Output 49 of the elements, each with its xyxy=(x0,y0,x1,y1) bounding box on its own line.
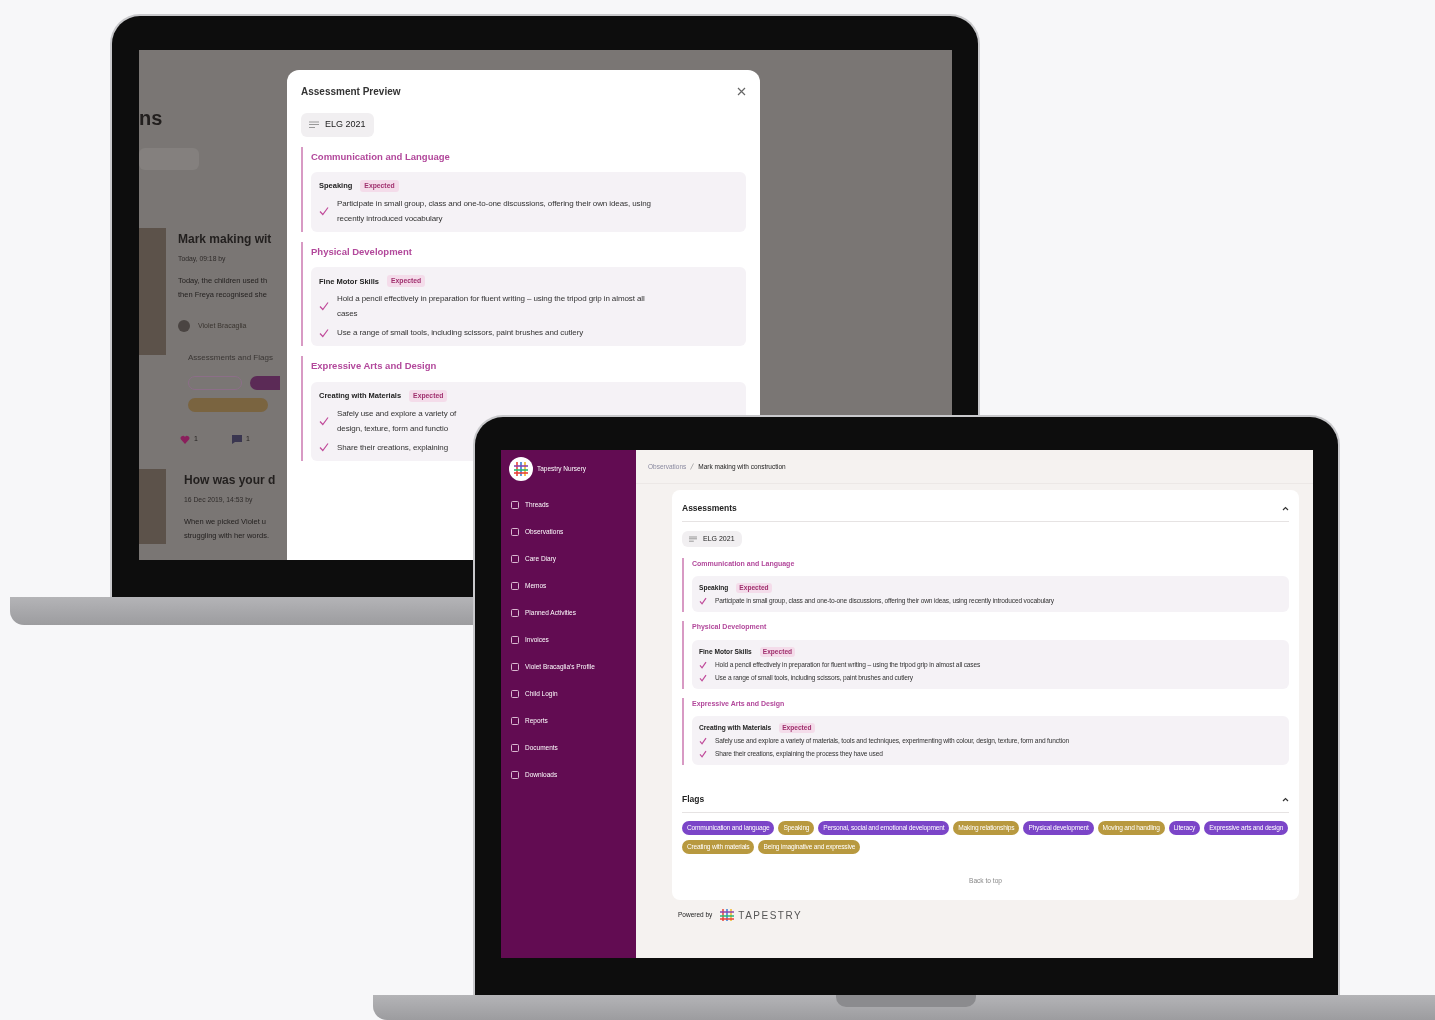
section-title: Flags xyxy=(682,792,705,806)
square-icon xyxy=(511,608,519,617)
post-title[interactable]: Mark making wit xyxy=(178,230,280,248)
post-title[interactable]: How was your d xyxy=(184,470,276,489)
search-field[interactable] xyxy=(139,148,199,170)
statement-text: Participate in small group, class and one-to-one discussions, offering their own ideas, using recently introduced vocabulary xyxy=(337,197,651,225)
tag-pill xyxy=(250,376,280,391)
comment-icon xyxy=(231,434,242,444)
chevron-up-icon xyxy=(1282,505,1289,511)
statement-text: Share their creations, explaining xyxy=(337,441,448,454)
avatar-icon xyxy=(178,320,190,333)
statement-text: Use a range of small tools, including scissors, paint brushes and cutlery xyxy=(337,327,584,340)
statement-text: Safely use and explore a variety of design, texture, form and functio xyxy=(337,407,457,435)
square-icon xyxy=(511,662,519,671)
square-icon xyxy=(511,743,519,752)
square-icon xyxy=(511,581,519,590)
square-icon xyxy=(511,527,519,536)
square-icon xyxy=(511,716,519,725)
heart-icon xyxy=(180,434,190,444)
close-button[interactable] xyxy=(737,87,746,96)
dialog-title: Assessment Preview xyxy=(301,85,401,99)
collapse-toggle[interactable] xyxy=(1282,505,1289,511)
collapse-toggle[interactable] xyxy=(1282,796,1289,802)
area-heading: Physical Development xyxy=(311,244,413,259)
area-heading: Communication and Language xyxy=(311,149,451,164)
logo-icon xyxy=(720,909,735,921)
check-icon xyxy=(319,205,329,216)
square-icon xyxy=(511,500,519,509)
area-heading: Expressive Arts and Design xyxy=(311,359,438,374)
statement-text: Hold a pencil effectively in preparation for fluent writing – using the tripod grip in almost all cases xyxy=(337,293,645,321)
logo-text: TAPESTRY xyxy=(738,908,803,923)
chevron-up-icon xyxy=(1282,796,1289,802)
square-icon xyxy=(511,635,519,644)
check-icon xyxy=(319,415,329,426)
check-icon xyxy=(319,301,329,312)
check-icon xyxy=(699,597,707,606)
check-icon xyxy=(319,442,329,453)
page-title: ns xyxy=(139,108,163,128)
square-icon xyxy=(511,554,519,563)
section-title: Assessments xyxy=(682,502,737,515)
logo-icon xyxy=(509,457,533,481)
lines-icon xyxy=(689,536,697,542)
check-icon xyxy=(319,327,329,338)
square-icon xyxy=(511,689,519,698)
framework-label: ELG 2021 xyxy=(325,118,366,131)
square-icon xyxy=(511,770,519,779)
separator-icon xyxy=(690,463,695,470)
lines-icon xyxy=(309,121,319,129)
close-icon xyxy=(737,87,746,96)
